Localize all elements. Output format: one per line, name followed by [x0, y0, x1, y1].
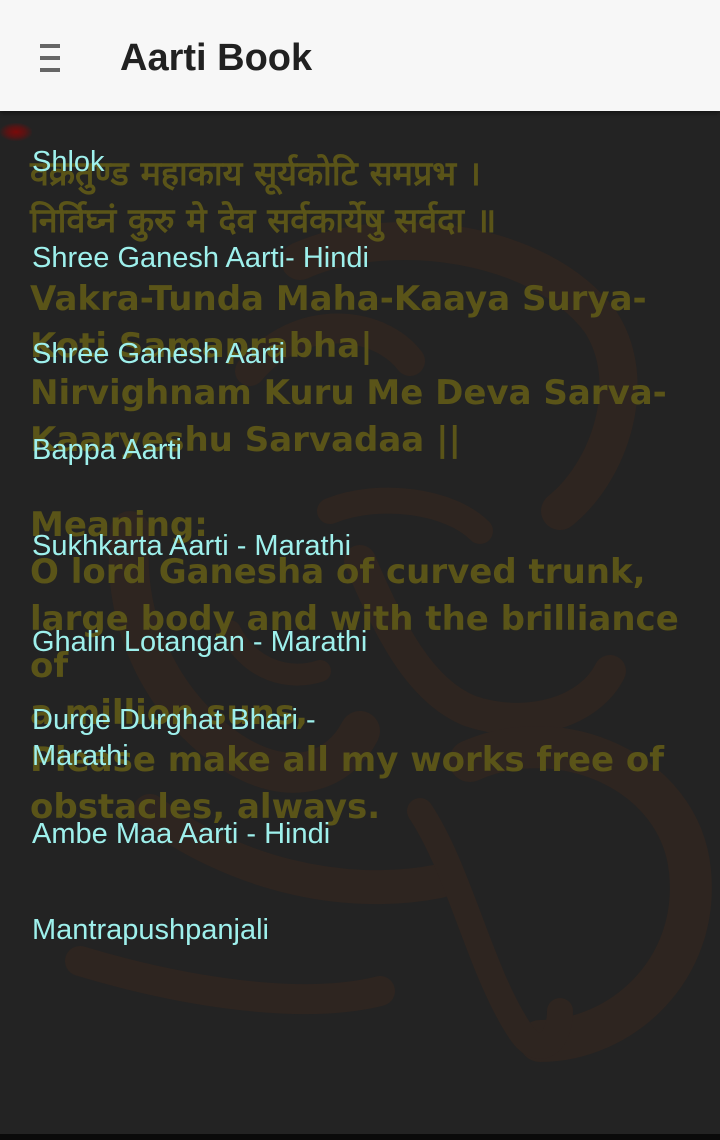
- shlok-transliteration-line: Vakra-Tunda Maha-Kaaya Surya-: [30, 279, 647, 319]
- list-item-sukhkarta-aarti[interactable]: Sukhkarta Aarti - Marathi: [32, 528, 412, 564]
- hamburger-menu-icon[interactable]: [30, 38, 70, 78]
- list-item-ghalin-lotangan[interactable]: Ghalin Lotangan - Marathi: [32, 624, 412, 660]
- list-item-shree-ganesh-aarti-hindi[interactable]: Shree Ganesh Aarti- Hindi: [32, 240, 412, 276]
- list-item-mantrapushpanjali[interactable]: Mantrapushpanjali: [32, 912, 412, 948]
- list-item-durge-durghat-bhari[interactable]: Durge Durghat Bhari - Marathi: [32, 702, 372, 774]
- app-bar: Aarti Book: [0, 0, 720, 111]
- content-area: वक्रतुण्ड महाकाय सूर्यकोटि समप्रभ । निर्…: [0, 111, 720, 1140]
- bottom-edge: [0, 1134, 720, 1140]
- app-title: Aarti Book: [120, 37, 313, 79]
- shlok-devanagari-line: निर्विघ्नं कुरु मे देव सर्वकार्येषु सर्व…: [30, 201, 497, 241]
- shlok-transliteration-line: Nirvighnam Kuru Me Deva Sarva-: [30, 373, 667, 413]
- decorative-red-mark: [0, 123, 32, 141]
- list-item-shlok[interactable]: Shlok: [32, 144, 412, 180]
- list-item-shree-ganesh-aarti[interactable]: Shree Ganesh Aarti: [32, 336, 412, 372]
- list-item-bappa-aarti[interactable]: Bappa Aarti: [32, 432, 412, 468]
- list-item-ambe-maa-aarti[interactable]: Ambe Maa Aarti - Hindi: [32, 816, 412, 852]
